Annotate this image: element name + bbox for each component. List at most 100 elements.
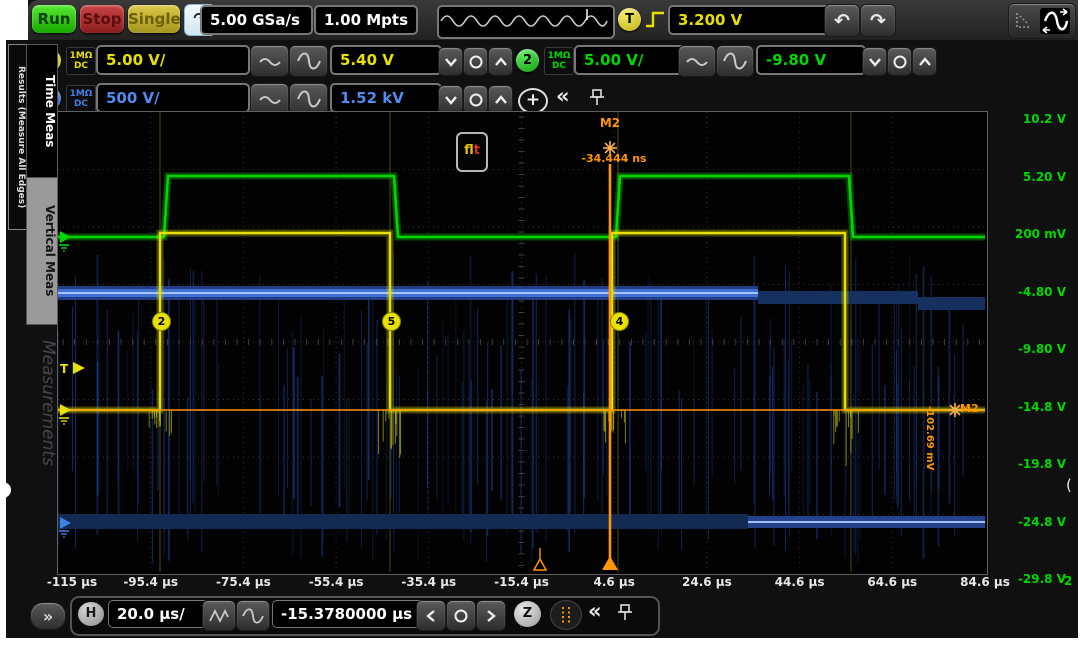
tab-time-meas[interactable]: Time Meas: [26, 44, 58, 178]
channel2-coupling-badge[interactable]: 1MΩ DC: [544, 47, 574, 75]
expand-results-button[interactable]: »: [30, 602, 66, 630]
cursors-button[interactable]: [550, 600, 582, 630]
channel2-coupling: DC: [547, 61, 571, 71]
waveform-arrows-icon: [1040, 8, 1070, 34]
t-axis-label: -15.4 µs: [494, 575, 549, 589]
channel1-scale-coarse-icon[interactable]: [289, 45, 328, 77]
channel3-offset-down-button[interactable]: [438, 85, 463, 114]
timebase-zoomin-icon[interactable]: [236, 600, 270, 631]
oscilloscope-app: Run Stop Single ↷ 5.00 GSa/s 1.00 Mpts T…: [0, 0, 1080, 645]
t-axis-label: 4.6 µs: [593, 575, 634, 589]
channel2-offset-up-button[interactable]: [912, 47, 937, 76]
sample-rate-field[interactable]: 5.00 GSa/s: [200, 5, 313, 35]
waveform-display[interactable]: T flt M2 -34.444 ns 2 5 4 -102.69 mV M2: [58, 112, 985, 572]
flt-f: flt: [464, 143, 480, 158]
channel2-scale-fine-icon[interactable]: [678, 45, 716, 77]
t-axis-label: 24.6 µs: [682, 575, 732, 589]
memory-depth-field[interactable]: 1.00 Mpts: [314, 5, 418, 35]
v-axis-label: -19.8 V: [1018, 457, 1066, 471]
t-axis-label: 44.6 µs: [775, 575, 825, 589]
channel2-offset-zero-button[interactable]: [887, 47, 912, 76]
trigger-source-button[interactable]: T: [618, 8, 641, 31]
collapse-hbar-button[interactable]: «: [588, 599, 602, 623]
channel3-offset-up-button[interactable]: [488, 85, 513, 114]
m2-voltage-value: -102.69 mV: [924, 406, 935, 498]
single-button[interactable]: Single: [128, 5, 180, 33]
t-axis-label: -115 µs: [47, 575, 97, 589]
channel1-offset-up-button[interactable]: [488, 47, 513, 76]
channel1-offset-down-button[interactable]: [438, 47, 463, 76]
channel2-scale-field[interactable]: 5.00 V/: [574, 45, 686, 75]
v-axis: 10.2 V 5.20 V 200 mV -4.80 V -9.80 V -14.8 V -…: [986, 112, 1078, 582]
right-drawer-handle[interactable]: (: [1066, 476, 1072, 494]
redo-button[interactable]: ↷: [860, 4, 896, 37]
m2-time-value: -34.444 ns: [581, 152, 646, 165]
trigger-level-field[interactable]: 3.200 V: [668, 5, 830, 35]
channel1-offset-zero-button[interactable]: [463, 47, 488, 76]
channel2-offset-field[interactable]: -9.80 V: [756, 45, 866, 75]
timebase-zoomout-icon[interactable]: [202, 600, 236, 631]
channel2-button[interactable]: 2: [516, 49, 539, 72]
channel3-coupling-badge[interactable]: 1MΩ DC: [66, 85, 96, 113]
pin-icon[interactable]: [588, 88, 606, 108]
v-axis-label: -14.8 V: [1018, 400, 1066, 414]
v-axis-label: 10.2 V: [1023, 112, 1066, 126]
tab-vertical-meas[interactable]: Vertical Meas: [26, 177, 58, 325]
collapse-channel-bar-button[interactable]: «: [556, 84, 570, 108]
waveform-canvas: T: [58, 112, 985, 572]
edge-marker-2: 2: [152, 312, 171, 331]
timebase-scale-field[interactable]: 20.0 µs/: [108, 600, 208, 628]
v-axis-label: 200 mV: [1015, 227, 1066, 241]
t-axis-label: -75.4 µs: [216, 575, 271, 589]
stop-button[interactable]: Stop: [80, 5, 124, 33]
v-axis-label: -24.8 V: [1018, 515, 1066, 529]
channel3-offset-field[interactable]: 1.52 kV: [330, 83, 442, 113]
horizontal-button[interactable]: H: [78, 602, 104, 626]
channel1-coupling-badge[interactable]: 1MΩ DC: [66, 47, 96, 75]
m2-cursor-label[interactable]: M2: [600, 116, 620, 130]
channel3-impedance: 1MΩ: [69, 89, 93, 99]
t-axis-label: -95.4 µs: [123, 575, 178, 589]
t-axis-label: -35.4 µs: [401, 575, 456, 589]
delay-zero-button[interactable]: [446, 600, 476, 631]
channel2-scale-coarse-icon[interactable]: [716, 45, 754, 77]
t-axis-label: -55.4 µs: [309, 575, 364, 589]
channel2-offset-down-button[interactable]: [862, 47, 887, 76]
zoom-mode-button[interactable]: Z: [514, 601, 541, 627]
preview-waveform-icon: [439, 7, 609, 33]
delay-field[interactable]: -15.3780000 µs: [272, 600, 428, 628]
channel1-impedance: 1MΩ: [69, 51, 93, 61]
channel3-scale-field[interactable]: 500 V/: [96, 83, 250, 113]
channel1-offset-field[interactable]: 5.40 V: [330, 45, 442, 75]
channel1-coupling: DC: [69, 61, 93, 71]
acquisition-preview[interactable]: [437, 5, 615, 39]
svg-text:T: T: [60, 362, 69, 376]
hbar-pin-icon[interactable]: [616, 603, 634, 623]
flt-marker-badge: flt: [456, 132, 488, 172]
cursor-lines-icon: [558, 605, 574, 625]
m2-hcursor-label[interactable]: M2: [960, 402, 979, 415]
undo-button[interactable]: ↶: [824, 4, 860, 37]
v-axis-label: 5.20 V: [1023, 170, 1066, 184]
edge-marker-4: 4: [610, 312, 629, 331]
channel3-offset-zero-button[interactable]: [463, 85, 488, 114]
channel1-scale-fine-icon[interactable]: [250, 45, 289, 77]
trigger-edge-icon[interactable]: [644, 9, 666, 31]
drag-waveform-button[interactable]: [1008, 3, 1076, 39]
t-axis: -115 µs -95.4 µs -75.4 µs -55.4 µs -35.4 µs -…: [0, 575, 1080, 591]
channel2-impedance: 1MΩ: [547, 51, 571, 61]
v-axis-label: -4.80 V: [1018, 285, 1066, 299]
t-axis-label: 84.6 µs: [960, 575, 1010, 589]
results-panel-tab[interactable]: Results (Measure All Edges): [8, 44, 27, 230]
window-margin: [0, 0, 28, 40]
delay-left-button[interactable]: [416, 600, 446, 631]
t-axis-label: 64.6 µs: [867, 575, 917, 589]
delay-right-button[interactable]: [476, 600, 506, 631]
v-axis-label: -9.80 V: [1018, 342, 1066, 356]
run-button[interactable]: Run: [32, 5, 76, 33]
touch-zone-icon: [1014, 10, 1036, 32]
channel3-coupling: DC: [69, 99, 93, 109]
channel1-scale-field[interactable]: 5.00 V/: [96, 45, 250, 75]
measurements-watermark: Measurements: [26, 340, 58, 572]
edge-marker-5: 5: [382, 312, 401, 331]
